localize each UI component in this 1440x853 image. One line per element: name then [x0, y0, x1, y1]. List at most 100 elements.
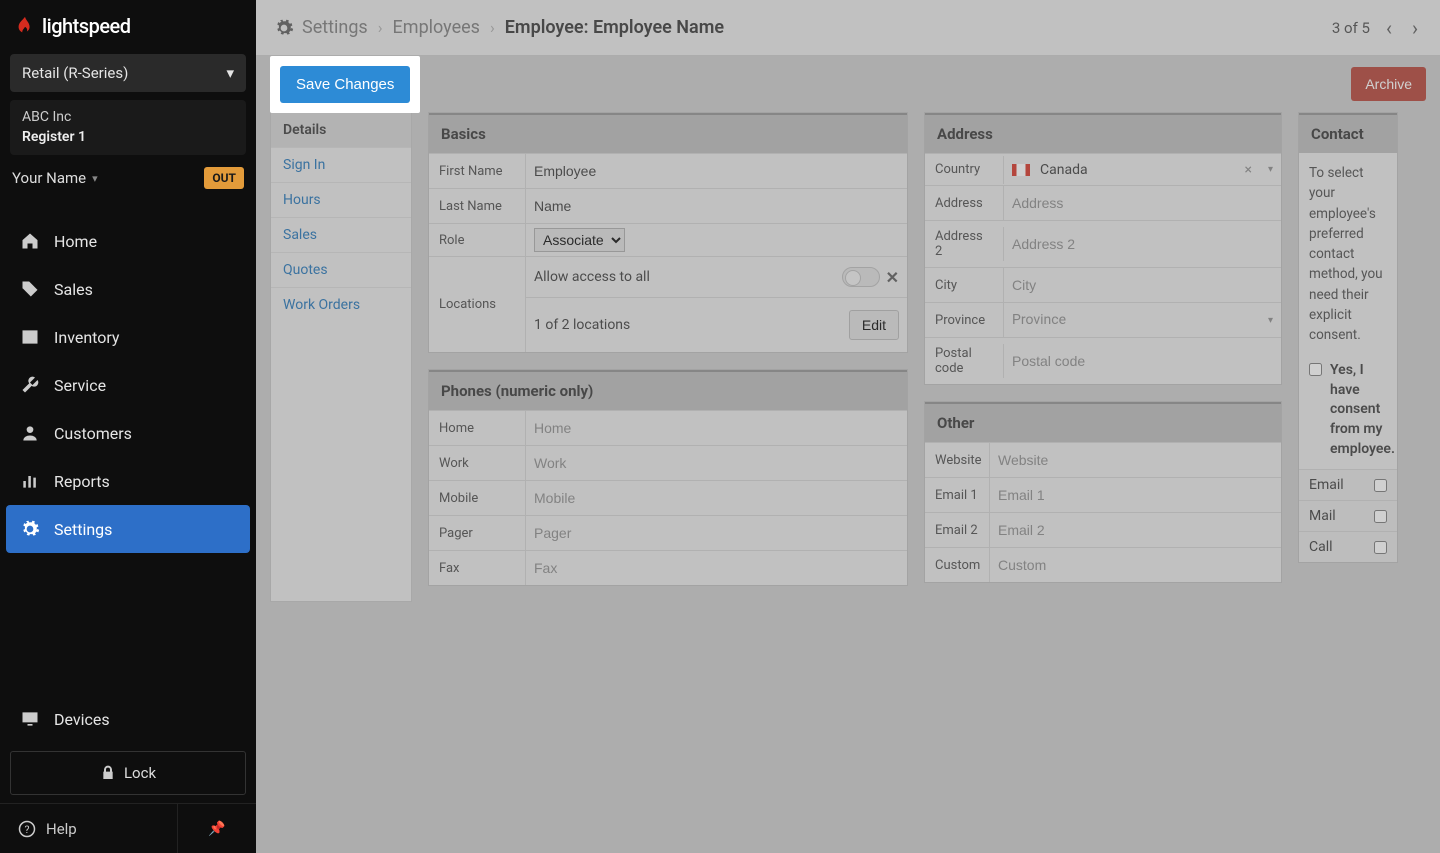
tab-workorders[interactable]: Work Orders [271, 288, 411, 322]
first-name-input[interactable] [525, 154, 907, 188]
tab-quotes[interactable]: Quotes [271, 253, 411, 288]
postal-input[interactable] [1003, 344, 1281, 378]
chevron-down-icon: ▾ [226, 64, 234, 82]
out-badge[interactable]: OUT [204, 167, 244, 189]
edit-locations-button[interactable]: Edit [849, 310, 899, 340]
nav-sales[interactable]: Sales [0, 265, 256, 313]
nav-reports[interactable]: Reports [0, 457, 256, 505]
locations-label: Locations [429, 257, 525, 352]
save-button[interactable]: Save Changes [280, 66, 410, 103]
chevron-down-icon: ▾ [1268, 315, 1273, 326]
lock-button[interactable]: Lock [10, 751, 246, 795]
sidebar-bottom: Devices Lock ? Help 📌 [0, 695, 256, 853]
col-address: Address Country Canada × ▾ Address Addre… [924, 112, 1282, 602]
address-panel: Address Country Canada × ▾ Address Addre… [924, 112, 1282, 385]
province-label: Province [925, 305, 1003, 336]
city-label: City [925, 270, 1003, 301]
country-select[interactable]: Canada × ▾ [1003, 156, 1281, 184]
website-label: Website [925, 445, 989, 476]
custom-label: Custom [925, 550, 989, 581]
nav-service[interactable]: Service [0, 361, 256, 409]
gear-icon [274, 18, 294, 38]
tab-hours[interactable]: Hours [271, 183, 411, 218]
next-arrow[interactable]: › [1408, 16, 1422, 40]
phone-fax-input[interactable] [525, 551, 907, 585]
basics-panel: Basics First Name Last Name Role Associ [428, 112, 908, 353]
tab-details[interactable]: Details [271, 113, 411, 148]
user-row[interactable]: Your Name ▾ OUT [10, 163, 246, 193]
pin-icon: 📌 [208, 821, 225, 837]
col-contact: Contact To select your employee's prefer… [1298, 112, 1398, 602]
brand-logo: lightspeed [0, 0, 256, 52]
tab-sales[interactable]: Sales [271, 218, 411, 253]
content-grid: Details Sign In Hours Sales Quotes Work … [256, 112, 1440, 616]
contact-text: To select your employee's preferred cont… [1299, 153, 1397, 355]
toggle-pill [842, 267, 880, 287]
topbar: Settings › Employees › Employee: Employe… [256, 0, 1440, 56]
clear-icon[interactable]: × [1244, 162, 1251, 178]
chevron-down-icon: ▾ [92, 172, 98, 185]
address-input[interactable] [1003, 186, 1281, 220]
email1-input[interactable] [989, 478, 1281, 512]
prev-arrow[interactable]: ‹ [1382, 16, 1396, 40]
home-icon [20, 231, 40, 251]
email-checkbox[interactable] [1374, 479, 1387, 492]
chevron-right-icon: › [378, 18, 383, 37]
address-header: Address [925, 113, 1281, 153]
x-icon: ✕ [886, 268, 899, 287]
phone-mobile-input[interactable] [525, 481, 907, 515]
nav-home[interactable]: Home [0, 217, 256, 265]
address2-label: Address 2 [925, 221, 1003, 267]
nav-list: Home Sales Inventory Service Customers R… [0, 217, 256, 553]
flag-ca-icon [1012, 164, 1030, 176]
postal-label: Postal code [925, 338, 1003, 384]
city-input[interactable] [1003, 268, 1281, 302]
allow-all-label: Allow access to all [534, 269, 650, 285]
mail-checkbox[interactable] [1374, 510, 1387, 523]
phone-work-input[interactable] [525, 446, 907, 480]
user-name: Your Name [12, 169, 86, 187]
email2-input[interactable] [989, 513, 1281, 547]
box-icon [20, 327, 40, 347]
role-select[interactable]: Associate [534, 228, 625, 252]
user-icon [20, 423, 40, 443]
consent-checkbox[interactable] [1309, 363, 1322, 376]
address2-input[interactable] [1003, 227, 1281, 261]
role-label: Role [429, 225, 525, 256]
phone-pager-input[interactable] [525, 516, 907, 550]
flame-icon [14, 15, 36, 37]
phone-mobile-label: Mobile [429, 483, 525, 514]
wrench-icon [20, 375, 40, 395]
call-checkbox[interactable] [1374, 541, 1387, 554]
company-name: ABC Inc [22, 108, 234, 128]
method-call: Call [1309, 539, 1333, 555]
detail-tabs: Details Sign In Hours Sales Quotes Work … [270, 112, 412, 602]
tab-signin[interactable]: Sign In [271, 148, 411, 183]
nav-devices[interactable]: Devices [0, 695, 256, 743]
basics-header: Basics [429, 113, 907, 153]
series-dropdown[interactable]: Retail (R-Series) ▾ [10, 54, 246, 92]
nav-settings[interactable]: Settings [6, 505, 250, 553]
country-value: Canada [1040, 162, 1088, 178]
phone-home-input[interactable] [525, 411, 907, 445]
custom-input[interactable] [989, 548, 1281, 582]
breadcrumb-settings[interactable]: Settings [302, 17, 368, 38]
province-select[interactable]: Province ▾ [1003, 303, 1281, 337]
other-panel: Other Website Email 1 Email 2 Custom [924, 401, 1282, 583]
company-block[interactable]: ABC Inc Register 1 [10, 100, 246, 155]
contact-panel: Contact To select your employee's prefer… [1298, 112, 1398, 563]
nav-inventory[interactable]: Inventory [0, 313, 256, 361]
nav-customers[interactable]: Customers [0, 409, 256, 457]
pin-button[interactable]: 📌 [178, 804, 256, 853]
phones-header: Phones (numeric only) [429, 370, 907, 410]
chevron-down-icon: ▾ [1268, 164, 1273, 175]
last-name-input[interactable] [525, 189, 907, 223]
breadcrumb-employees[interactable]: Employees [393, 17, 480, 38]
phone-pager-label: Pager [429, 518, 525, 549]
help-button[interactable]: ? Help [0, 804, 178, 853]
email2-label: Email 2 [925, 515, 989, 546]
archive-button[interactable]: Archive [1351, 67, 1426, 101]
chevron-right-icon: › [490, 18, 495, 37]
allow-all-toggle[interactable]: ✕ [842, 267, 899, 287]
website-input[interactable] [989, 443, 1281, 477]
